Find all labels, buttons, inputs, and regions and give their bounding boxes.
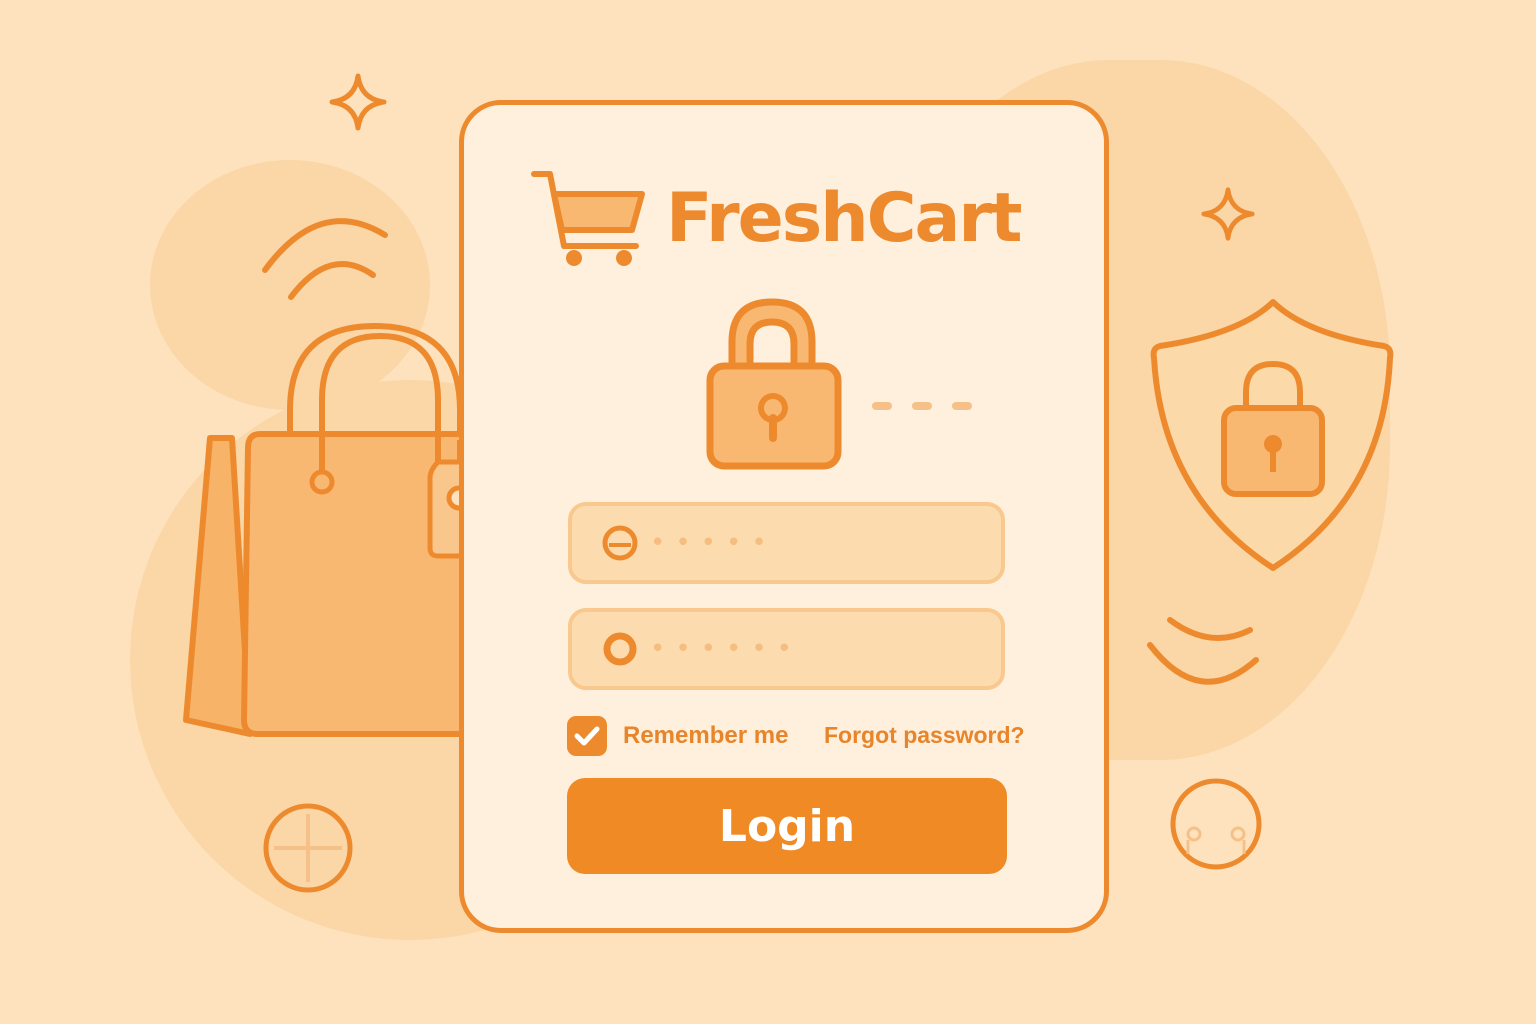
login-button[interactable]: Login xyxy=(567,778,1007,874)
padlock-icon xyxy=(706,298,842,470)
key-icon xyxy=(603,632,637,666)
shopping-cart-icon xyxy=(531,171,645,266)
remember-me-label: Remember me xyxy=(623,722,789,749)
sparkle-icon xyxy=(329,73,387,131)
username-field[interactable] xyxy=(568,502,1005,584)
forgot-password-link[interactable]: Forgot password? xyxy=(824,722,1025,749)
username-input[interactable] xyxy=(640,513,1001,573)
remember-me-checkbox[interactable]: Remember me xyxy=(567,716,788,756)
checkmark-icon xyxy=(574,726,600,746)
user-icon xyxy=(602,525,638,561)
smiley-circle-icon xyxy=(1170,778,1262,870)
password-field[interactable] xyxy=(568,608,1005,690)
brand-header: FreshCart xyxy=(530,168,1030,268)
shield-lock-icon xyxy=(1150,299,1394,571)
brand-name: FreshCart xyxy=(666,178,1022,258)
wifi-arc-icon xyxy=(1147,617,1259,685)
sparkle-icon xyxy=(1201,187,1255,241)
password-dots-icon xyxy=(872,402,972,410)
checkbox-box[interactable] xyxy=(567,716,607,756)
wifi-arc-icon xyxy=(262,218,388,300)
password-input[interactable] xyxy=(640,619,1001,679)
plus-circle-icon xyxy=(263,803,353,893)
